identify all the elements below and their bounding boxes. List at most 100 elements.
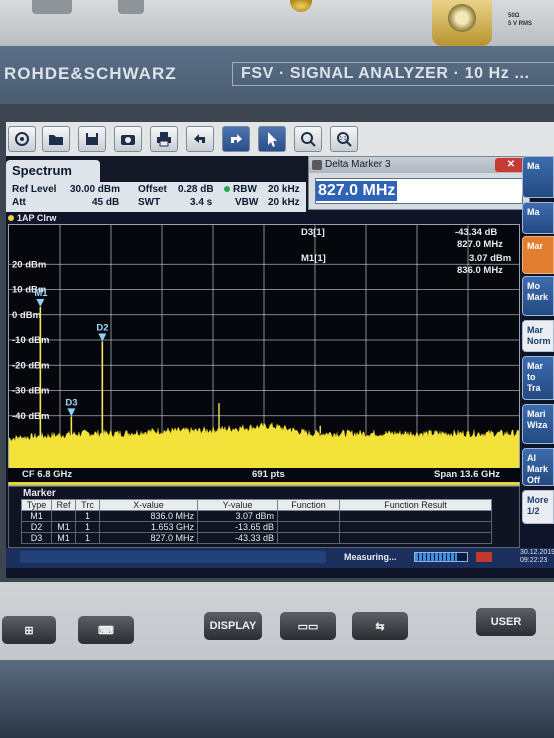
m1-label: M1[1] [301,253,326,264]
marker-table-title: Marker [23,488,56,499]
rf-input-port[interactable] [432,0,492,46]
keyboard-key[interactable]: ⌨ [78,616,134,644]
logo-icon[interactable] [8,126,36,152]
undo-icon[interactable] [186,126,214,152]
att-label: Att [12,197,26,208]
softkey-7[interactable]: Mari Wiza [522,404,554,444]
marker-table-panel: Marker Type Ref Trc X-value Y-value Func… [8,486,520,548]
screenshot-icon[interactable] [114,126,142,152]
marker-function [277,521,340,533]
marker-triangle-icon [36,298,45,307]
display-button[interactable]: DISPLAY [204,612,262,640]
softkey-1[interactable]: Ma [522,156,554,198]
y-tick-label: -20 dBm [12,360,49,371]
table-row[interactable]: D2 M1 1 1.653 GHz -13.65 dB [21,521,492,533]
trace-mode: 1AP Clrw [17,213,57,223]
frequency-axis-bar: CF 6.8 GHz 691 pts Span 13.6 GHz [8,468,520,482]
split-screen-button[interactable]: ▭▭ [280,612,336,640]
y-tick-label: -30 dBm [12,386,49,397]
marker-y-value: -43.33 dB [197,532,278,544]
brand-logo: ROHDE&SCHWARZ [4,64,177,83]
device-top-panel: 50Ω 5 V RMS [0,0,554,46]
zoom-reset-icon[interactable]: 1:1 [330,126,358,152]
spectrum-panel: Spectrum Ref Level 30.00 dBm Offset 0.28… [6,156,310,212]
remote-indicator-icon [476,552,492,562]
marker-type: D2 [21,521,52,533]
tab-spectrum[interactable]: Spectrum [6,160,100,182]
softkey-3[interactable]: Mar [522,236,554,274]
status-dot-icon [224,186,230,192]
span[interactable]: Span 13.6 GHz [434,469,500,480]
spectrum-plot[interactable]: 20 dBm 10 dBm 0 dBm -10 dBm -20 dBm -30 dBm -4… [8,224,520,486]
rbw-value[interactable]: 20 kHz [268,184,300,195]
column-header: Function Result [339,499,492,511]
marker-function-result [339,521,492,533]
screen: 1:1 Spectrum Ref Level 30.00 dBm Offset … [6,122,554,578]
marker-x-value: 827.0 MHz [99,532,198,544]
marker-trace: 1 [75,532,100,544]
table-row[interactable]: M1 1 836.0 MHz 3.07 dBm [21,510,492,522]
d3-frequency: 827.0 MHz [457,239,503,250]
y-tick-label: 20 dBm [12,259,46,270]
marker-table: Type Ref Trc X-value Y-value Function Fu… [21,499,492,544]
vbw-label: VBW [235,197,259,208]
knob[interactable] [290,0,312,12]
marker-x-value: 1.653 GHz [99,521,198,533]
softkey-2[interactable]: Ma [522,202,554,234]
marker-label: D2 [96,322,108,333]
cursor-icon[interactable] [258,126,286,152]
offset-label: Offset [138,184,167,195]
status-track [20,551,326,563]
marker-x-value: 836.0 MHz [99,510,198,522]
marker-function [277,510,340,522]
connector [118,0,144,14]
redo-icon[interactable] [222,126,250,152]
swap-screen-button[interactable]: ⇆ [352,612,408,640]
offset-value[interactable]: 0.28 dB [178,184,214,195]
marker-function [277,532,340,544]
ref-level-value[interactable]: 30.00 dBm [70,184,120,195]
dialog-title-bar[interactable]: Delta Marker 3 ✕ [309,157,529,173]
save-icon[interactable] [78,126,106,152]
softkey-9[interactable]: More 1/2 [522,490,554,524]
zoom-icon[interactable] [294,126,322,152]
marker-function-result [339,510,492,522]
dialog-title: Delta Marker 3 [325,159,391,170]
marker-y-value: -13.65 dB [197,521,278,533]
sweep-points[interactable]: 691 pts [252,469,285,480]
softkey-5[interactable]: Mar Norm [522,320,554,352]
spectrum-trace-chart[interactable]: 20 dBm10 dBm0 dBm-10 dBm-20 dBm-30 dBm-4… [9,225,519,485]
table-row[interactable]: D3 M1 1 827.0 MHz -43.33 dB [21,532,492,544]
trace-label: 1AP Clrw [8,213,56,223]
windows-key[interactable]: ⊞ [2,616,56,644]
m1-frequency: 836.0 MHz [457,265,503,276]
d3-label: D3[1] [301,227,325,238]
status-text: Measuring... [344,552,397,562]
delta-marker-value[interactable]: 827.0 MHz [316,181,398,201]
measurement-settings: Ref Level 30.00 dBm Offset 0.28 dB RBW 2… [6,182,306,212]
softkey-panel: Ma Ma Mar Mo Mark Mar Norm Mar to Tra Mari Wiz… [522,156,554,578]
center-frequency[interactable]: CF 6.8 GHz [22,469,72,480]
print-icon[interactable] [150,126,178,152]
marker-trace: 1 [75,521,100,533]
delta-marker-input[interactable]: 827.0 MHz [315,178,523,204]
column-header: Y-value [197,499,278,511]
model-name: FSV · SIGNAL ANALYZER · 10 Hz ... [232,62,554,86]
rbw-label: RBW [233,184,257,195]
device-lower-body [0,660,554,738]
trace-dot-icon [8,215,14,221]
softkey-4[interactable]: Mo Mark [522,276,554,316]
softkey-6[interactable]: Mar to Tra [522,356,554,400]
marker-function-result [339,532,492,544]
vbw-value[interactable]: 20 kHz [268,197,300,208]
status-bar: Measuring... 30.12.2019 09:22:23 [6,548,554,568]
marker-ref [51,510,76,522]
ref-level-label: Ref Level [12,184,57,195]
open-icon[interactable] [42,126,70,152]
user-button[interactable]: USER [476,608,536,636]
softkey-8[interactable]: Al Mark Off [522,448,554,486]
column-header: X-value [99,499,198,511]
svg-text:1:1: 1:1 [340,136,347,142]
att-value[interactable]: 45 dB [92,197,119,208]
swt-value[interactable]: 3.4 s [190,197,212,208]
